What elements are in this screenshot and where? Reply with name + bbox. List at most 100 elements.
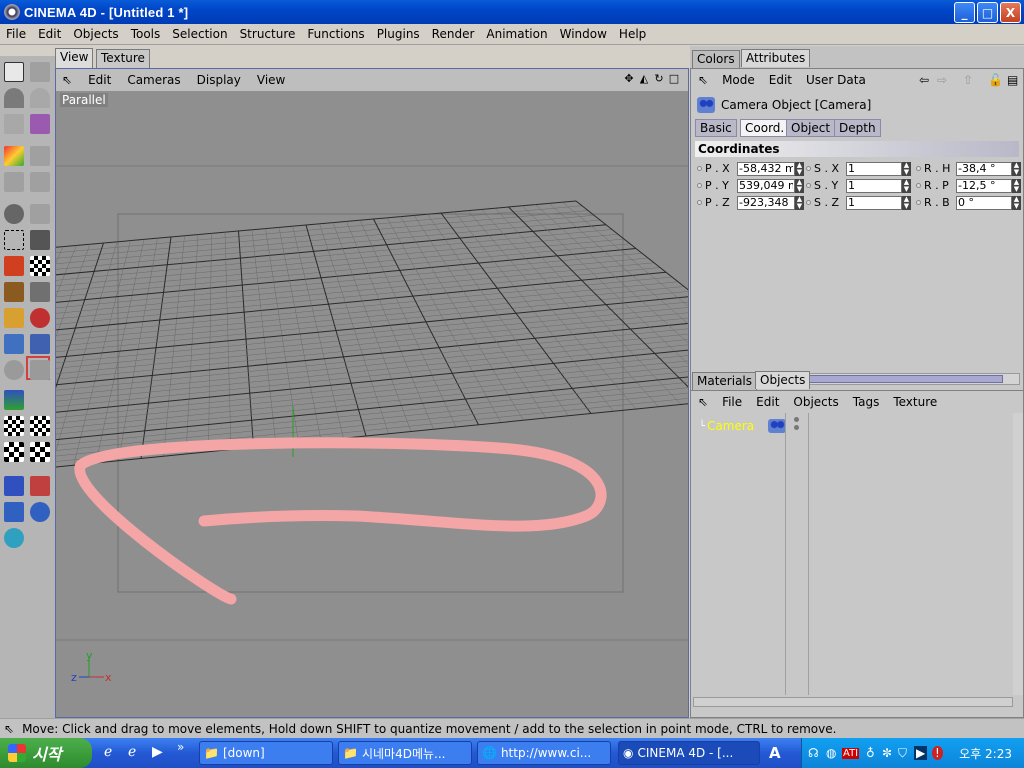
pos-y-keyframe[interactable] [697, 183, 702, 188]
checker-tool[interactable] [28, 254, 52, 278]
scale-y-spinner[interactable]: ▲ ▼ [902, 178, 911, 193]
rect-select-tool[interactable] [2, 228, 26, 252]
menu-animation[interactable]: Animation [480, 27, 553, 41]
scale-y-keyframe[interactable] [806, 183, 811, 188]
tray-drop-icon[interactable]: ♁ [866, 746, 875, 760]
axis-tool[interactable] [2, 388, 26, 412]
attr-menu-edit[interactable]: Edit [762, 73, 799, 87]
pos-z-spinner[interactable]: ▲ ▼ [795, 195, 804, 210]
attr-menu-userdata[interactable]: User Data [799, 73, 873, 87]
attributes-menu-icon[interactable]: ⇖ [691, 73, 715, 87]
rotate-tool[interactable] [28, 500, 52, 524]
rotate-view-icon[interactable]: ↻ [653, 73, 665, 85]
pos-x-spinner[interactable]: ▲ ▼ [795, 161, 804, 176]
tab-materials[interactable]: Materials [692, 372, 758, 390]
knife-tool[interactable] [28, 280, 52, 304]
tray-play-icon[interactable]: ▶ [914, 746, 928, 760]
undo-tool[interactable] [2, 86, 26, 110]
move-axis-tool[interactable] [28, 474, 52, 498]
palette-tool[interactable] [2, 144, 26, 168]
menu-render[interactable]: Render [426, 27, 481, 41]
rot-b-input[interactable] [956, 195, 1012, 210]
scale-tool[interactable] [2, 500, 26, 524]
checker-tool-2[interactable] [2, 440, 26, 464]
taskbar-item-browser[interactable]: 🌐 http://www.ci... [477, 741, 611, 765]
scale-x-keyframe[interactable] [806, 166, 811, 171]
rot-h-keyframe[interactable] [916, 166, 921, 171]
viewport-menu-icon[interactable]: ⇖ [56, 73, 80, 87]
media-player-icon[interactable]: ▶ [152, 744, 163, 760]
viewport[interactable]: y x z Parallel [56, 91, 688, 717]
brush-tool[interactable] [2, 280, 26, 304]
scale-y-input[interactable] [846, 178, 902, 193]
taskbar-item-down[interactable]: 📁 [down] [199, 741, 333, 765]
texture-tool-2[interactable] [28, 414, 52, 438]
scale-x-input[interactable] [846, 161, 902, 176]
quicklaunch-more-icon[interactable]: » [177, 740, 184, 754]
render-visibility-dot[interactable] [794, 425, 799, 430]
maximize-view-icon[interactable]: □ [668, 73, 680, 85]
ie-icon-2[interactable]: ℯ [128, 744, 136, 760]
texture-tool[interactable] [2, 414, 26, 438]
rot-p-input[interactable] [956, 178, 1012, 193]
tray-network-icon[interactable]: ☊ [808, 746, 819, 760]
minimize-button[interactable]: _ [954, 2, 975, 23]
scale-z-spinner[interactable]: ▲ ▼ [902, 195, 911, 210]
tray-ati-icon[interactable]: ATI [842, 747, 860, 759]
menu-structure[interactable]: Structure [234, 27, 302, 41]
obj-menu-edit[interactable]: Edit [749, 395, 786, 409]
subtab-basic[interactable]: Basic [695, 119, 737, 137]
select-arrow-tool[interactable] [2, 474, 26, 498]
language-icon[interactable]: A [769, 744, 781, 762]
objects-menu-icon[interactable]: ⇖ [691, 395, 715, 409]
viewport-menu-edit[interactable]: Edit [80, 73, 119, 87]
viewport-menu-display[interactable]: Display [189, 73, 249, 87]
lock-icon[interactable]: 🔓 [988, 73, 1003, 87]
tray-sound-icon[interactable]: ◍ [826, 746, 836, 760]
rot-p-spinner[interactable]: ▲ ▼ [1012, 178, 1021, 193]
move-tool[interactable] [2, 254, 26, 278]
layout-tool[interactable] [2, 60, 26, 84]
tray-alert-icon[interactable]: ! [932, 746, 943, 760]
taskbar-item-cinema4d[interactable]: ◉ CINEMA 4D - [... [618, 741, 760, 765]
rot-p-keyframe[interactable] [916, 183, 921, 188]
rot-b-keyframe[interactable] [916, 200, 921, 205]
obj-menu-objects[interactable]: Objects [786, 395, 845, 409]
tab-attributes[interactable]: Attributes [741, 49, 811, 67]
new-window-icon[interactable]: ▤ [1007, 73, 1018, 87]
maximize-button[interactable]: □ [977, 2, 998, 23]
obj-menu-file[interactable]: File [715, 395, 749, 409]
rot-h-spinner[interactable]: ▲ ▼ [1012, 161, 1021, 176]
obj-menu-texture[interactable]: Texture [886, 395, 944, 409]
active-tool[interactable] [26, 356, 50, 380]
menu-functions[interactable]: Functions [301, 27, 370, 41]
scale-z-input[interactable] [846, 195, 902, 210]
model-mode-tool[interactable] [2, 112, 26, 136]
pos-x-keyframe[interactable] [697, 166, 702, 171]
tab-objects[interactable]: Objects [755, 371, 811, 389]
ie-icon[interactable]: ℯ [104, 744, 112, 760]
objects-vscrollbar[interactable] [1013, 413, 1023, 695]
weight-tool[interactable] [28, 332, 52, 356]
pos-y-input[interactable] [737, 178, 795, 193]
pen-tool[interactable] [2, 306, 26, 330]
zoom-icon[interactable]: ◭ [638, 73, 650, 85]
menu-file[interactable]: File [0, 27, 32, 41]
editor-visibility-dot[interactable] [794, 417, 799, 422]
obj-menu-tags[interactable]: Tags [846, 395, 887, 409]
rot-b-spinner[interactable]: ▲ ▼ [1012, 195, 1021, 210]
close-button[interactable]: X [1000, 2, 1021, 23]
tray-gear-icon[interactable]: ✼ [882, 746, 892, 760]
pos-z-keyframe[interactable] [697, 200, 702, 205]
brush-select-tool[interactable] [28, 228, 52, 252]
lock-axis-tool[interactable] [2, 526, 26, 550]
viewport-menu-cameras[interactable]: Cameras [119, 73, 188, 87]
pos-x-input[interactable] [737, 161, 795, 176]
rot-h-input[interactable] [956, 161, 1012, 176]
paint-tool[interactable] [28, 112, 52, 136]
pos-y-spinner[interactable]: ▲ ▼ [795, 178, 804, 193]
subtab-depth[interactable]: Depth [834, 119, 881, 137]
scale-x-spinner[interactable]: ▲ ▼ [902, 161, 911, 176]
start-button[interactable]: 시작 [0, 738, 92, 768]
subtab-coord[interactable]: Coord. [740, 119, 790, 137]
